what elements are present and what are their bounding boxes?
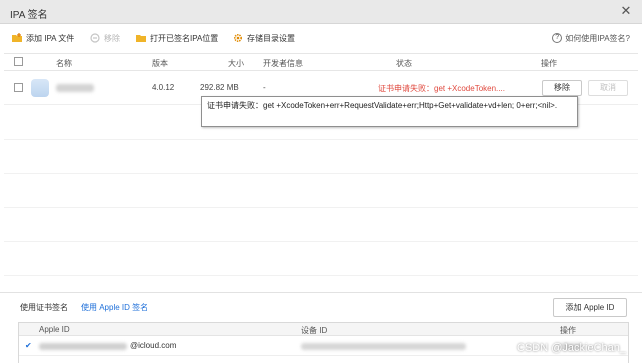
- app-name-redacted: [56, 84, 94, 92]
- row-version: 4.0.12: [152, 83, 175, 92]
- add-folder-icon: [12, 33, 22, 42]
- row-checkbox[interactable]: [14, 83, 23, 92]
- help-link[interactable]: ? 如何使用IPA签名?: [552, 28, 630, 48]
- sign-method-tabs: 使用证书签名 使用 Apple ID 签名: [20, 302, 161, 314]
- add-ipa-button[interactable]: 添加 IPA 文件: [12, 28, 74, 48]
- column-developer: 开发者信息: [263, 59, 303, 68]
- error-tooltip: 证书申请失败：get +XcodeToken+err+RequestValida…: [201, 96, 578, 127]
- appleid-table-header: Apple ID 设备 ID 操作: [19, 323, 628, 336]
- empty-row-line: [4, 139, 638, 140]
- row-cancel-button[interactable]: 取消: [588, 80, 628, 96]
- open-signed-location-button[interactable]: 打开已签名IPA位置: [136, 28, 218, 48]
- help-icon: ?: [552, 33, 563, 43]
- empty-row-line: [4, 207, 638, 208]
- tab-cert-sign[interactable]: 使用证书签名: [20, 302, 68, 314]
- column-id-operation: 操作: [560, 326, 576, 335]
- column-name: 名称: [56, 59, 72, 68]
- row-status-error: 证书申请失败：get +XcodeToken....: [378, 84, 505, 93]
- app-icon: [31, 79, 49, 97]
- checkmark-icon: ✔: [25, 341, 32, 350]
- add-appleid-button[interactable]: 添加 Apple ID: [553, 298, 627, 317]
- title-bar: IPA 签名 ✕: [0, 0, 642, 24]
- storage-settings-label: 存储目录设置: [247, 33, 295, 43]
- tab-appleid-sign[interactable]: 使用 Apple ID 签名: [81, 302, 148, 314]
- empty-row-line: [4, 241, 638, 242]
- empty-row-line: [4, 173, 638, 174]
- column-size: 大小: [228, 59, 244, 68]
- gear-icon: [233, 33, 243, 43]
- select-all-checkbox[interactable]: [14, 57, 23, 66]
- remove-label: 移除: [104, 33, 120, 43]
- column-version: 版本: [152, 59, 168, 68]
- row-developer: -: [263, 83, 266, 92]
- help-label: 如何使用IPA签名?: [565, 33, 630, 43]
- empty-row-line: [4, 275, 638, 276]
- add-ipa-label: 添加 IPA 文件: [26, 33, 75, 43]
- remove-icon: [90, 33, 100, 43]
- folder-icon: [136, 35, 146, 42]
- column-status: 状态: [396, 59, 412, 68]
- ipa-table-header: 名称 版本 大小 开发者信息 状态 操作: [4, 54, 638, 71]
- device-id-redacted: [301, 343, 466, 350]
- close-icon[interactable]: ✕: [618, 3, 634, 19]
- email-redacted: [39, 343, 127, 350]
- watermark: CSDN @JackieChan_: [517, 342, 626, 354]
- column-operation: 操作: [541, 59, 557, 68]
- ipa-table: 名称 版本 大小 开发者信息 状态 操作 4.0.12 292.82 MB - …: [4, 53, 638, 288]
- window-title: IPA 签名: [10, 10, 48, 21]
- section-divider: [0, 292, 642, 293]
- row-size: 292.82 MB: [200, 83, 239, 92]
- toolbar: 添加 IPA 文件 移除 打开已签名IPA位置 存储目录设置 ? 如何使用IPA…: [0, 28, 642, 48]
- row-remove-button[interactable]: 移除: [542, 80, 582, 96]
- column-device-id: 设备 ID: [301, 326, 328, 335]
- remove-button[interactable]: 移除: [90, 28, 120, 48]
- column-apple-id: Apple ID: [39, 325, 70, 334]
- email-suffix: @icloud.com: [130, 341, 177, 350]
- storage-settings-button[interactable]: 存储目录设置: [233, 28, 295, 48]
- open-signed-location-label: 打开已签名IPA位置: [150, 33, 219, 43]
